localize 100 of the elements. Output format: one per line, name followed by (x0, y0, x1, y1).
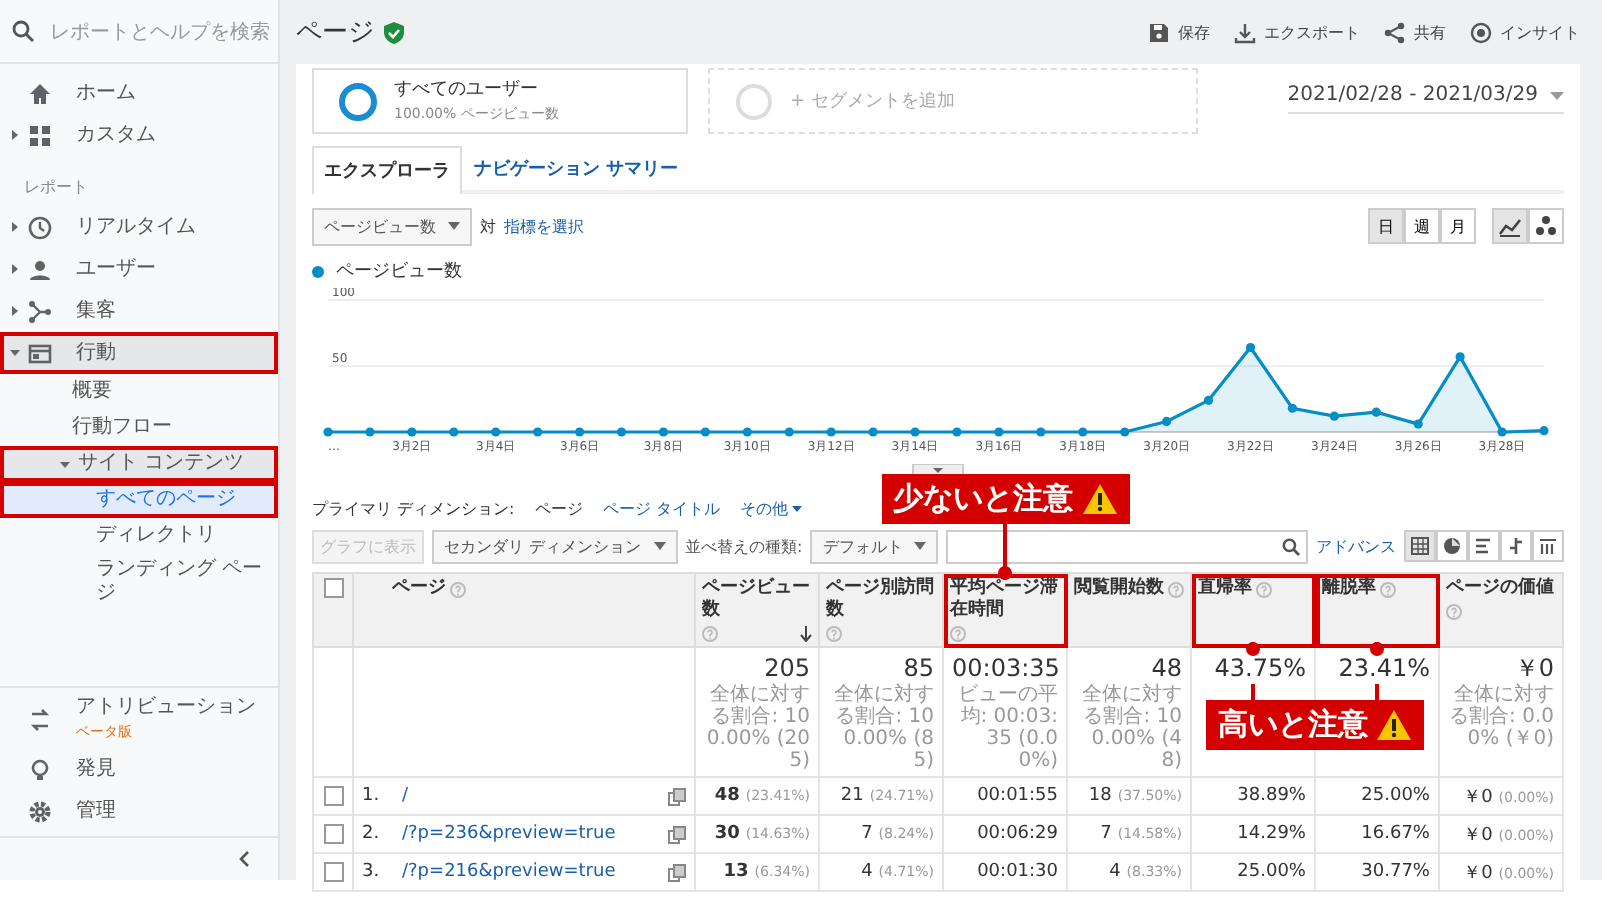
share-icon (1384, 21, 1406, 43)
period-button[interactable]: 週 (1404, 208, 1440, 244)
row-number: 2. (362, 824, 382, 844)
data-point (407, 427, 417, 437)
table-search-field[interactable] (946, 529, 1308, 563)
view-button[interactable] (1436, 530, 1468, 562)
nav-item[interactable]: 概要 (0, 374, 278, 410)
table-icon (1410, 536, 1430, 556)
total-value: 48 (1151, 652, 1182, 683)
caret-down-icon (914, 542, 927, 550)
header-label: 直帰率 (1198, 578, 1252, 600)
dimension-link[interactable]: ページ (534, 498, 583, 520)
total-value: 205 (764, 652, 810, 683)
view-button[interactable] (1500, 530, 1532, 562)
nav-item[interactable]: カスタム (0, 114, 278, 156)
select-metric-link[interactable]: 指標を選択 (504, 215, 584, 237)
toolbar-button[interactable]: エクスポート (1234, 21, 1360, 43)
sort-type-dropdown[interactable]: デフォルト (810, 529, 939, 563)
column-header[interactable]: ページビュー数 (695, 573, 819, 647)
toolbar-button[interactable]: 保存 (1148, 21, 1210, 43)
save-icon (1148, 21, 1170, 43)
nav-item[interactable]: 発見 (0, 748, 278, 790)
help-icon (1446, 604, 1462, 620)
header-label: ページの価値 (1446, 578, 1554, 600)
view-button[interactable] (1532, 530, 1564, 562)
page-link[interactable]: / (402, 786, 652, 806)
cell-value: ￥0 (1463, 787, 1493, 807)
copy-icon[interactable] (668, 787, 686, 805)
data-point (952, 427, 962, 437)
column-header[interactable]: ページ (353, 573, 695, 647)
nav-item[interactable]: ユーザー (0, 248, 278, 290)
nav-item[interactable]: ランディング ページ (0, 554, 278, 610)
dimension-link[interactable]: その他 (739, 498, 802, 520)
period-button[interactable]: 日 (1368, 208, 1404, 244)
toolbar-button[interactable]: 共有 (1384, 21, 1446, 43)
tab[interactable]: ナビゲーション サマリー (462, 146, 691, 190)
copy-icon[interactable] (668, 825, 686, 843)
compare-icon (1506, 536, 1526, 556)
column-header[interactable]: 離脱率 (1315, 573, 1439, 647)
nav-item[interactable]: 管理 (0, 790, 278, 832)
tab[interactable]: エクスプローラ (312, 146, 462, 194)
data-point (1078, 427, 1088, 437)
line-chart-icon (1498, 214, 1522, 238)
date-range-picker[interactable]: 2021/02/28 - 2021/03/29 (1287, 76, 1564, 114)
nav-item[interactable]: ディレクトリ (0, 518, 278, 554)
data-point (1413, 419, 1423, 429)
metric-dropdown[interactable]: ページビュー数 (312, 207, 472, 245)
cell-value: 25.00% (1361, 786, 1430, 806)
data-point (1539, 426, 1549, 436)
data-point (365, 427, 375, 437)
column-header[interactable]: 直帰率 (1191, 573, 1315, 647)
branch-icon (28, 299, 52, 323)
checkbox[interactable] (323, 786, 343, 806)
dimension-link[interactable]: ページ タイトル (602, 498, 720, 520)
person-icon (28, 257, 52, 281)
checkbox[interactable] (323, 824, 343, 844)
help-icon (702, 626, 718, 642)
chart-type-button[interactable] (1528, 208, 1564, 244)
data-point (1203, 395, 1214, 405)
checkbox[interactable] (323, 862, 343, 882)
column-header[interactable]: ページ別訪問数 (819, 573, 943, 647)
cell-value: ￥0 (1463, 825, 1493, 845)
columns-icon (1538, 536, 1558, 556)
header-label: 平均ページ滞在時間 (950, 578, 1060, 622)
cell-value: 30 (714, 824, 740, 844)
page-link[interactable]: /?p=216&preview=true (402, 862, 652, 882)
column-header[interactable]: 平均ページ滞在時間 (943, 573, 1067, 647)
data-point (1162, 416, 1172, 427)
column-header[interactable]: 閲覧開始数 (1067, 573, 1191, 647)
advanced-link[interactable]: アドバンス (1316, 535, 1396, 557)
period-button[interactable]: 月 (1440, 208, 1476, 244)
nav-item[interactable]: リアルタイム (0, 206, 278, 248)
gear-icon (28, 799, 52, 823)
header-label: ページ別訪問数 (826, 578, 936, 622)
nav-item[interactable]: ホーム (0, 72, 278, 114)
secondary-dimension-dropdown[interactable]: セカンダリ ディメンション (432, 529, 678, 563)
view-button[interactable] (1468, 530, 1500, 562)
copy-icon[interactable] (668, 863, 686, 881)
header-label: ページ (392, 578, 446, 600)
nav-item[interactable]: 行動 (0, 332, 278, 374)
checkbox[interactable] (323, 578, 343, 598)
chevron-left-icon[interactable] (238, 850, 250, 868)
nav-item[interactable]: すべてのページ (0, 482, 278, 518)
chart-type-button[interactable] (1492, 208, 1528, 244)
nav-item[interactable]: サイト コンテンツ (0, 446, 278, 482)
total-value: 23.41% (1338, 652, 1430, 684)
ring-icon (338, 81, 378, 121)
help-icon (1168, 581, 1184, 597)
column-header[interactable]: ページの価値 (1439, 573, 1563, 647)
page-link[interactable]: /?p=236&preview=true (402, 824, 652, 844)
view-button[interactable] (1404, 530, 1436, 562)
cell-value: 30.77% (1361, 862, 1430, 882)
total-value: 43.75% (1214, 652, 1306, 684)
total-note: 全体に対する割合: 0.00% (￥0) (1448, 684, 1554, 750)
data-point (449, 427, 459, 437)
nav-item[interactable]: 行動フロー (0, 410, 278, 446)
cell-value: 00:01:30 (977, 862, 1058, 882)
nav-label[interactable]: アトリビューション (76, 696, 256, 718)
toolbar-button[interactable]: インサイト (1470, 21, 1580, 43)
nav-item[interactable]: 集客 (0, 290, 278, 332)
